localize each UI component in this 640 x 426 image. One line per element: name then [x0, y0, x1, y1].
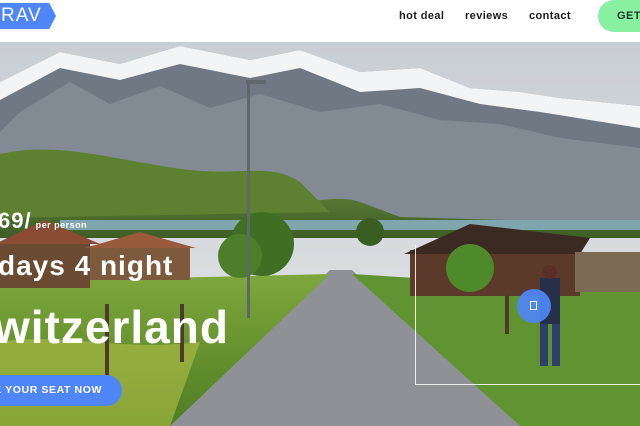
play-icon — [530, 301, 537, 310]
play-video-button[interactable] — [517, 289, 551, 323]
per-person-label: per person — [35, 220, 88, 230]
nav-contact[interactable]: contact — [529, 10, 571, 22]
hero-section: 69/per person days 4 night witzerland OK… — [0, 42, 640, 426]
logo[interactable]: RAV — [0, 3, 56, 29]
site-header: RAV hot deal reviews contact GET — [0, 0, 640, 42]
hero-content: 69/per person days 4 night witzerland OK… — [0, 42, 640, 426]
destination-title: witzerland — [0, 301, 229, 353]
price-amount: 69/ — [0, 208, 32, 233]
trip-duration: days 4 night — [0, 250, 174, 281]
get-button[interactable]: GET — [598, 0, 640, 32]
price-line: 69/per person — [0, 208, 87, 234]
nav-reviews[interactable]: reviews — [465, 10, 508, 22]
nav-hot-deal[interactable]: hot deal — [399, 10, 444, 22]
book-seat-button[interactable]: OK YOUR SEAT NOW — [0, 375, 122, 406]
